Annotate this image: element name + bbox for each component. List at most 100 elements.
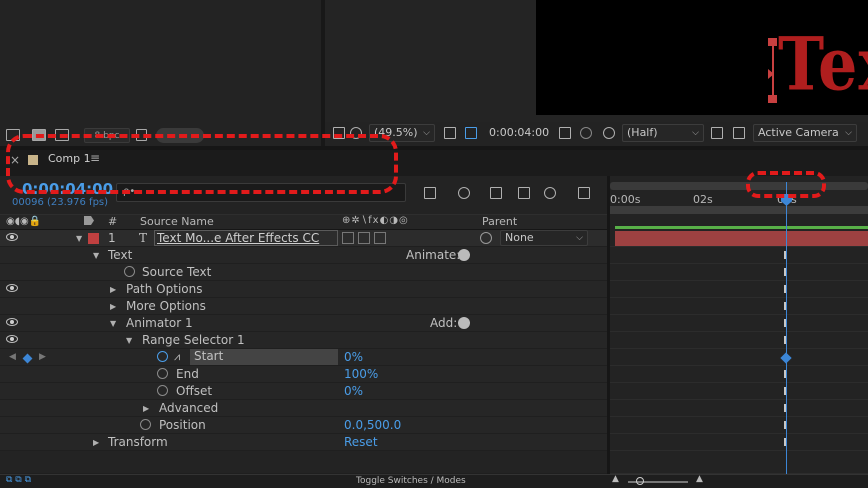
chevron-down-icon: ⌵	[692, 128, 699, 138]
comp-mini-flowchart-icon[interactable]	[424, 187, 436, 199]
prop-row-transform[interactable]: ▶ Transform Reset	[0, 434, 607, 451]
time-ruler[interactable]: 0:00s 02s 04s	[610, 176, 868, 214]
motion-blur-icon[interactable]	[544, 187, 556, 199]
track-row	[610, 349, 868, 366]
viewer-timecode[interactable]: 0:00:04:00	[489, 126, 549, 139]
expand-triangle-icon[interactable]: ▼	[126, 336, 132, 345]
graph-editor-icon[interactable]	[578, 187, 590, 199]
layer-number: 1	[108, 231, 116, 245]
rgb-channels-icon[interactable]	[603, 127, 615, 139]
column-header: ◉◖◉🔒 # Source Name ⊕✲∖fx◐◑◎ Parent	[0, 214, 607, 230]
expand-triangle-icon[interactable]: ▼	[93, 251, 99, 260]
color-channels-icon[interactable]	[580, 127, 592, 139]
quality-switch[interactable]	[374, 232, 386, 244]
prop-row-text[interactable]: ▼ Text Animate:	[0, 247, 607, 264]
timeline-footer: ⧉ ⧉ ⧉ Toggle Switches / Modes ▲ ▲	[0, 474, 868, 488]
layer-name[interactable]: Text Mo...e After Effects CC	[154, 230, 338, 246]
stopwatch-active-icon[interactable]	[157, 351, 168, 362]
toggle-switches-modes[interactable]: Toggle Switches / Modes	[356, 476, 466, 486]
prop-row-position[interactable]: Position 0.0,500.0	[0, 417, 607, 434]
end-value[interactable]: 100%	[344, 367, 378, 381]
visibility-eye-icon[interactable]	[6, 318, 18, 326]
playhead-line[interactable]	[786, 182, 787, 474]
visibility-eye-icon[interactable]	[6, 335, 18, 343]
frame-blending-icon[interactable]	[518, 187, 530, 199]
prop-row-source-text[interactable]: Source Text	[0, 264, 607, 281]
label-icon	[84, 216, 94, 225]
transparency-grid-icon[interactable]	[733, 127, 745, 139]
ruler-tick-label: 0:00s	[610, 193, 641, 206]
work-area-bar[interactable]	[610, 182, 868, 190]
comp-text-layer[interactable]: Text	[778, 27, 868, 101]
switches-icons: ⊕✲∖fx◐◑◎	[342, 215, 409, 226]
transform-reset-link[interactable]: Reset	[344, 435, 378, 449]
camera-select[interactable]: Active Camera ⌵	[753, 124, 857, 142]
column-source-name[interactable]: Source Name	[140, 215, 214, 228]
prop-end: End	[176, 367, 199, 381]
chevron-down-icon: ⌵	[845, 128, 852, 138]
zoom-in-icon[interactable]: ▲	[696, 474, 703, 484]
prop-row-range-selector[interactable]: ▼ Range Selector 1	[0, 332, 607, 349]
layer-handle-bottom[interactable]	[768, 95, 777, 103]
camera-icon[interactable]	[559, 127, 571, 139]
prop-start: Start	[190, 349, 338, 365]
prop-row-end[interactable]: End 100%	[0, 366, 607, 383]
prop-range-selector: Range Selector 1	[142, 333, 245, 347]
resolution-select[interactable]: (Half) ⌵	[622, 124, 704, 142]
stopwatch-icon[interactable]	[157, 385, 168, 396]
stopwatch-icon[interactable]	[124, 266, 135, 277]
composition-canvas[interactable]: Text	[536, 0, 868, 115]
offset-value[interactable]: 0%	[344, 384, 363, 398]
expand-triangle-icon[interactable]: ▶	[110, 302, 116, 311]
animate-menu-icon[interactable]	[458, 249, 470, 261]
layer-handle-mid[interactable]	[768, 69, 774, 79]
zoom-slider-knob[interactable]	[636, 477, 644, 485]
keyframe-toggle-icon[interactable]	[22, 353, 33, 364]
column-parent[interactable]: Parent	[482, 215, 517, 228]
stopwatch-icon[interactable]	[157, 368, 168, 379]
prop-advanced: Advanced	[159, 401, 219, 415]
prev-keyframe-icon[interactable]: ◀	[9, 352, 16, 362]
add-menu-icon[interactable]	[458, 317, 470, 329]
prop-row-animator[interactable]: ▼ Animator 1 Add:	[0, 315, 607, 332]
chevron-down-icon: ⌵	[576, 233, 583, 243]
layer-handle-top[interactable]	[768, 38, 777, 46]
prop-row-advanced[interactable]: ▶ Advanced	[0, 400, 607, 417]
layer-duration-bar[interactable]	[615, 231, 868, 246]
visibility-eye-icon[interactable]	[6, 233, 18, 241]
prop-row-more-options[interactable]: ▶ More Options	[0, 298, 607, 315]
graph-icon[interactable]: ⩘	[174, 350, 180, 364]
work-area-green-bar	[615, 226, 868, 229]
comp-footer-icons[interactable]: ⧉ ⧉ ⧉	[6, 475, 31, 485]
mask-visibility-icon[interactable]	[465, 127, 477, 139]
resolution-value: (Half)	[627, 126, 658, 139]
draft-3d-icon[interactable]	[458, 187, 470, 199]
position-value[interactable]: 0.0,500.0	[344, 418, 401, 432]
layer-row[interactable]: ▼ 1 T Text Mo...e After Effects CC None ⌵	[0, 230, 607, 247]
label-color-swatch[interactable]	[88, 233, 99, 244]
expand-triangle-icon[interactable]: ▼	[110, 319, 116, 328]
prop-row-start[interactable]: ◀ ▶ ⩘ Start 0%	[0, 349, 607, 366]
zoom-out-icon[interactable]: ▲	[612, 474, 619, 484]
start-value[interactable]: 0%	[344, 350, 363, 364]
expand-triangle-icon[interactable]: ▶	[143, 404, 149, 413]
pickwhip-icon[interactable]	[480, 232, 492, 244]
shy-layers-icon[interactable]	[490, 187, 502, 199]
collapse-switch[interactable]	[358, 232, 370, 244]
timeline-split-divider[interactable]	[607, 176, 610, 474]
stopwatch-icon[interactable]	[140, 419, 151, 430]
shy-switch[interactable]	[342, 232, 354, 244]
prop-row-offset[interactable]: Offset 0%	[0, 383, 607, 400]
prop-row-path-options[interactable]: ▶ Path Options	[0, 281, 607, 298]
ruler-tick-label: 02s	[693, 193, 713, 206]
parent-select[interactable]: None ⌵	[500, 230, 588, 246]
region-of-interest-icon[interactable]	[711, 127, 723, 139]
expand-triangle-icon[interactable]: ▼	[76, 234, 82, 243]
highlight-start-property	[6, 134, 398, 194]
visibility-eye-icon[interactable]	[6, 284, 18, 292]
grid-icon[interactable]	[444, 127, 456, 139]
expand-triangle-icon[interactable]: ▶	[93, 438, 99, 447]
next-keyframe-icon[interactable]: ▶	[39, 352, 46, 362]
track-row	[610, 264, 868, 281]
expand-triangle-icon[interactable]: ▶	[110, 285, 116, 294]
